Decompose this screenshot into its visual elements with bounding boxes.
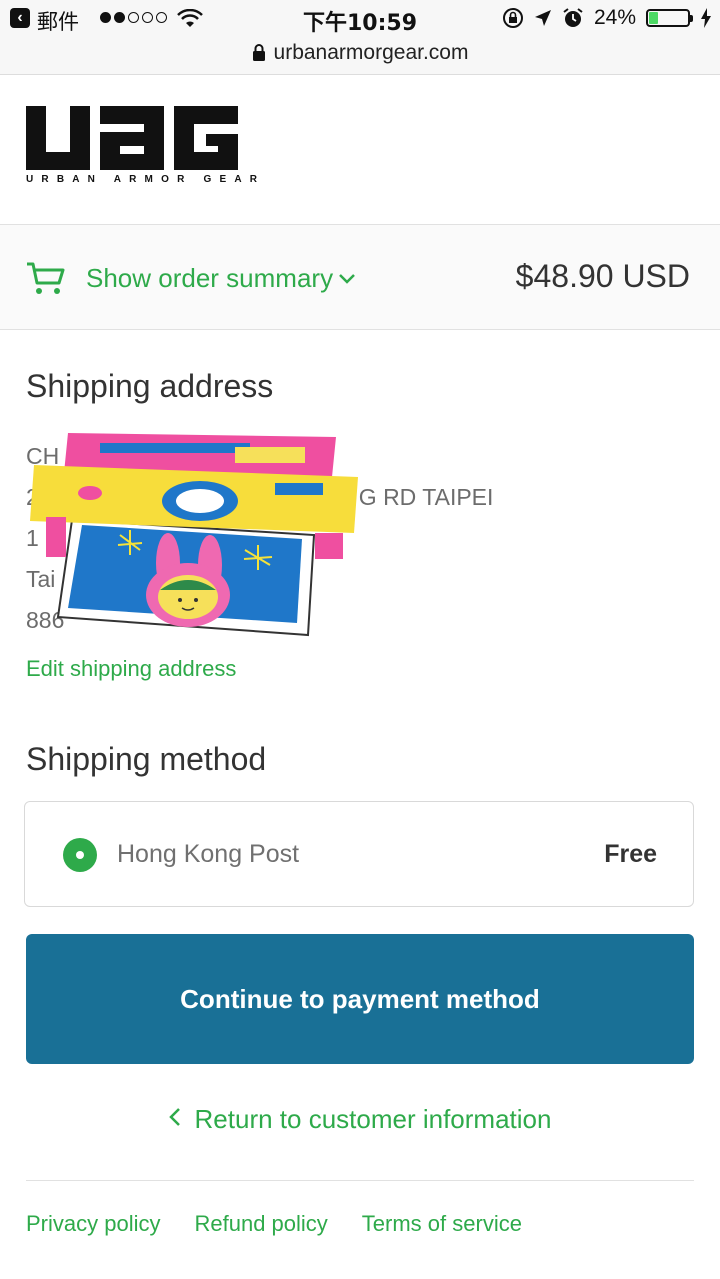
shipping-option-name: Hong Kong Post	[117, 840, 300, 868]
cart-icon[interactable]	[26, 261, 66, 297]
terms-of-service-link[interactable]: Terms of service	[362, 1211, 522, 1237]
battery-icon	[646, 9, 693, 27]
continue-to-payment-button[interactable]: Continue to payment method	[26, 934, 694, 1064]
alarm-icon	[563, 8, 583, 27]
rotation-lock-icon	[502, 8, 523, 28]
shipping-address-title: Shipping address	[26, 368, 274, 404]
return-to-customer-info-link[interactable]: Return to customer information	[0, 1104, 720, 1135]
status-bar: ‹ 郵件 下午10:59 24%	[0, 0, 720, 38]
shipping-option-radio[interactable]	[63, 838, 97, 872]
chevron-down-icon	[339, 274, 355, 284]
order-summary-bar: Show order summary $48.90 USD	[0, 224, 720, 330]
show-order-summary-toggle[interactable]: Show order summary	[86, 263, 355, 294]
edit-shipping-address-link[interactable]: Edit shipping address	[26, 656, 236, 682]
shipping-method-title: Shipping method	[26, 741, 267, 777]
shipping-option[interactable]: Hong Kong Post Free	[24, 801, 694, 907]
brand-tagline: URBAN ARMOR GEAR	[26, 174, 266, 185]
order-summary-label: Show order summary	[86, 263, 334, 293]
uag-logo[interactable]	[26, 106, 238, 170]
url-text: urbanarmorgear.com	[273, 41, 469, 64]
lock-icon	[252, 44, 265, 61]
privacy-policy-link[interactable]: Privacy policy	[26, 1211, 160, 1237]
charging-icon	[701, 8, 711, 28]
refund-policy-link[interactable]: Refund policy	[194, 1211, 327, 1237]
chevron-left-icon	[168, 1108, 180, 1126]
battery-level	[649, 12, 659, 24]
camera-sticker-image	[30, 433, 358, 637]
battery-percent: 24%	[593, 6, 636, 29]
location-icon	[534, 10, 551, 26]
footer: Privacy policy Refund policy Terms of se…	[26, 1180, 694, 1236]
order-total: $48.90 USD	[515, 258, 690, 294]
return-link-label: Return to customer information	[194, 1104, 552, 1134]
address-bar[interactable]: urbanarmorgear.com	[0, 38, 720, 75]
shipping-option-price: Free	[604, 840, 657, 868]
